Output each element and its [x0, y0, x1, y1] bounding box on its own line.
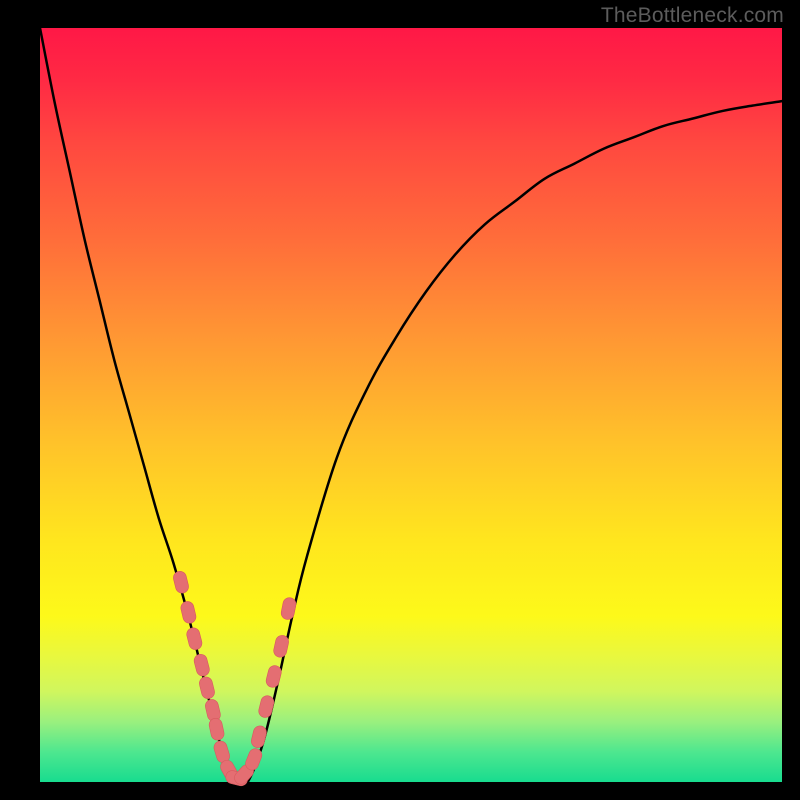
- curve-marker: [272, 634, 289, 658]
- curve-marker: [257, 694, 275, 718]
- marker-group: [172, 570, 297, 787]
- curve-marker: [265, 664, 283, 688]
- plot-area: [40, 28, 782, 782]
- attribution-text: TheBottleneck.com: [601, 4, 784, 28]
- bottleneck-curve: [40, 28, 782, 785]
- curve-marker: [185, 626, 203, 651]
- curve-marker: [198, 676, 216, 700]
- curve-marker: [172, 570, 190, 594]
- chart-frame: TheBottleneck.com: [0, 0, 800, 800]
- curve-layer: [40, 28, 782, 782]
- curve-marker: [280, 597, 297, 621]
- curve-marker: [193, 653, 211, 678]
- curve-marker: [208, 717, 225, 741]
- curve-marker: [250, 725, 268, 749]
- curve-marker: [180, 600, 198, 624]
